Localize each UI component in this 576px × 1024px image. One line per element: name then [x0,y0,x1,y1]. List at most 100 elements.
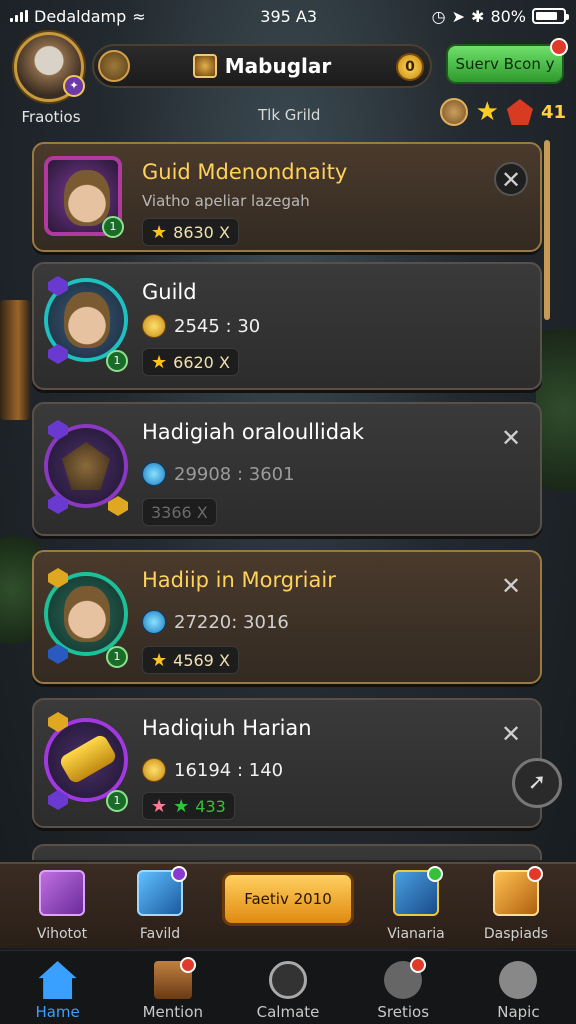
home-icon [38,961,77,999]
location-icon: ➤ [451,6,466,26]
tab-explore[interactable]: Calmate [230,951,345,1024]
alarm-icon: ◷ [431,6,446,26]
gem-value: 27220: 3016 [174,611,289,633]
shop-item-label: Favild [139,926,181,942]
guild-crest-icon [192,54,217,78]
tab-stories[interactable]: Sretios [346,951,461,1024]
shop-item-label: Vianaria [387,926,445,942]
gold-coin-icon[interactable]: 0 [396,53,424,81]
server-button[interactable]: Suerv Bcon y [446,38,568,84]
bottom-tab-bar: Hame Mention Calmate Sretios Napic [0,950,576,1024]
medal-icon[interactable] [439,98,468,126]
shop-bar: Vihotot Favild Faetiv 2010 Vianaria Dasp… [0,862,576,948]
list-scrollbar[interactable] [544,140,550,320]
tab-home[interactable]: Hame [0,951,115,1024]
gem-value: 29908 : 3601 [174,463,295,485]
gem-stat: 29908 : 3601 [142,462,295,486]
guild-list[interactable]: 1 Guid Mdenondnaity Viatho apeliar lazeg… [28,140,550,860]
coin-value: 16194 : 140 [174,759,284,781]
coin-stat: 16194 : 140 [142,758,283,782]
lantern-decoration [0,300,30,420]
compass-action-button[interactable]: ➚ [512,758,562,808]
battery-icon [532,8,569,24]
tab-label: Calmate [256,1003,320,1021]
portrait-face [64,586,110,642]
level-badge-icon: 1 [106,646,128,668]
claim-reward-button[interactable]: Faetiv 2010 [222,872,354,926]
guild-card[interactable]: 1 Guid Mdenondnaity Viatho apeliar lazeg… [32,142,542,252]
shop-item-favild[interactable]: Favild [112,866,208,942]
warrior-portrait-icon: 1 [44,156,124,238]
cannon-shape [57,733,119,785]
notification-dot-icon [527,866,543,882]
compass-icon [269,961,307,999]
currency-bar: ★ 41 [439,98,566,126]
level-badge-icon: 1 [106,350,128,372]
shop-item-vianaria[interactable]: Vianaria [368,866,464,942]
shop-item-daspiads[interactable]: Daspiads [468,866,564,942]
guild-name: Guid Mdenondnaity [142,160,348,184]
shield-icon[interactable] [98,50,130,82]
gold-coin-icon [142,314,166,338]
bluetooth-icon: ✱ [471,6,485,26]
claim-label: Faetiv 2010 [244,889,332,908]
title-banner: Mabuglar 0 [92,44,432,88]
level-badge-icon: 1 [102,216,124,238]
status-bar: Dedaldamp ≈ 395 A3 ◷ ➤ ✱ 80% [0,0,576,32]
blue-gem-icon [142,462,166,486]
chest-icon [153,957,196,999]
guild-name: Hadiqiuh Harian [142,716,312,740]
tab-mentions[interactable]: Mention [115,951,230,1024]
tab-label: Mention [142,1003,204,1021]
notification-dot-icon [550,38,568,56]
notification-dot-icon [171,866,187,882]
close-icon[interactable]: ✕ [494,718,528,752]
rating-pill: ★ 4569 X [142,646,239,674]
shop-item-label: Vihotot [36,926,88,942]
clock: 395 A3 [260,6,318,26]
carrier-label: Dedaldamp [34,6,127,26]
close-icon[interactable]: ✕ [494,162,528,196]
guild-name: Hadiip in Morgriair [142,568,336,592]
currency-value: 41 [540,101,566,123]
guild-card[interactable]: 1 Hadiqiuh Harian 16194 : 140 ★ ★ 433 ✕ [32,698,542,828]
guild-name: Hadigiah oraloullidak [142,420,365,444]
guild-card-partial[interactable] [32,844,542,860]
guild-card[interactable]: 1 Guild 2545 : 30 ★ 6620 X [32,262,542,390]
guild-description: Viatho apeliar lazegah [142,192,310,210]
profile-avatar[interactable]: ✦ [14,32,85,102]
purple-chest-icon [39,870,85,916]
star-pack-icon [393,866,443,916]
guild-card[interactable]: 1 Hadiip in Morgriair 27220: 3016 ★ 4569… [32,550,542,684]
gem-stat: 27220: 3016 [142,610,289,634]
tab-more[interactable]: Napic [461,951,576,1024]
chat-icon [384,957,427,999]
portrait-face [64,292,110,348]
rating-value: 6620 X [173,352,230,372]
page-subtitle: Tlk Grild [258,106,321,124]
ruby-icon [506,99,533,125]
rating-value: 8630 X [173,222,230,242]
close-icon[interactable]: ✕ [494,422,528,456]
rating-value: 433 [195,796,226,816]
rating-pill: ★ 8630 X [142,218,239,246]
server-button-label: Suerv Bcon y [455,55,555,73]
close-icon[interactable]: ✕ [494,570,528,604]
blue-crate-icon [137,866,187,916]
tab-label: Napic [497,1003,540,1021]
star-icon: ★ [151,351,168,373]
profile-name: Fraotios [21,108,81,126]
rating-pill: ★ 6620 X [142,348,239,376]
signal-icon [10,10,28,22]
page-title: Mabuglar [224,54,332,78]
tab-label: Sretios [377,1003,430,1021]
pink-star-icon: ★ [151,795,168,817]
level-badge-icon: 1 [106,790,128,812]
star-icon: ★ [151,221,168,243]
rating-pill: ★ ★ 433 [142,792,235,820]
guild-card[interactable]: Hadigiah oraloullidak 29908 : 3601 3366 … [32,402,542,536]
shop-item-vihotot[interactable]: Vihotot [14,870,110,942]
notification-dot-icon [410,957,427,973]
notification-dot-icon [179,957,196,973]
wifi-icon: ≈ [132,6,146,26]
